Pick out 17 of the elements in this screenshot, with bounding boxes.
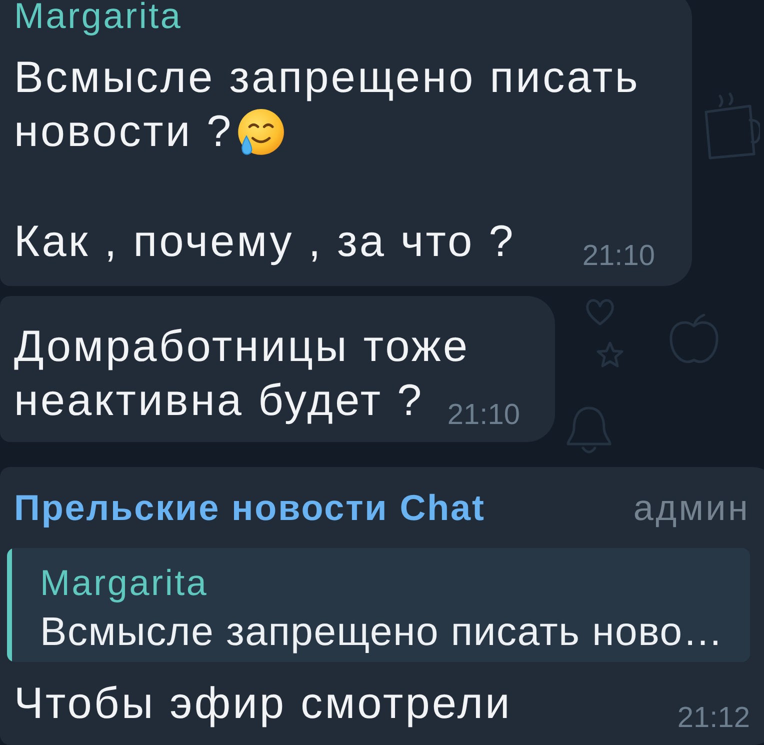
reply-quote[interactable]: Margarita Всмысле запрещено писать ново…: [7, 548, 750, 662]
message-time: 21:12: [677, 701, 750, 735]
message-text: Чтобы эфир смотрели: [14, 679, 512, 728]
sender-name[interactable]: Margarita: [14, 0, 182, 36]
message-text: Всмысле запрещено писать: [14, 53, 640, 102]
admin-label: админ: [633, 488, 750, 528]
message-time: 21:10: [447, 398, 520, 432]
message-text: Как , почему , за что ?: [14, 217, 516, 266]
star-doodle-icon: [595, 341, 625, 369]
message-text: неактивна будет ?: [14, 376, 424, 425]
message-time: 21:10: [582, 239, 655, 273]
quoted-sender-name: Margarita: [40, 563, 208, 603]
message-text: Домработницы тоже: [14, 322, 470, 371]
quoted-message-text: Всмысле запрещено писать ново…: [40, 609, 724, 656]
sender-name[interactable]: Прельские новости Chat: [14, 488, 486, 528]
heart-doodle-icon: [584, 297, 616, 327]
message-text: новости ?: [14, 107, 234, 156]
